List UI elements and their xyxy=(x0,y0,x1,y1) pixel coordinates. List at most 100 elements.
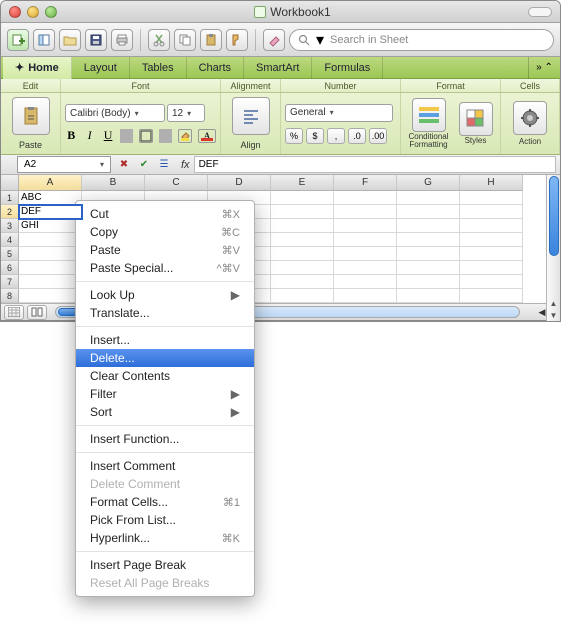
tab-layout[interactable]: Layout xyxy=(72,57,130,79)
cell-G8[interactable] xyxy=(397,289,460,303)
cell-H8[interactable] xyxy=(460,289,523,303)
zoom-window-button[interactable] xyxy=(45,6,57,18)
row-header-7[interactable]: 7 xyxy=(1,275,19,289)
cell-F4[interactable] xyxy=(334,233,397,247)
ctx-item-paste-special[interactable]: Paste Special...^⌘V xyxy=(76,259,254,277)
cell-F7[interactable] xyxy=(334,275,397,289)
paste-button[interactable] xyxy=(200,29,222,51)
open-folder-button[interactable] xyxy=(59,29,81,51)
ctx-item-delete[interactable]: Delete... xyxy=(76,349,254,367)
cell-A2[interactable]: DEF xyxy=(19,205,82,219)
search-field[interactable]: ▾ Search in Sheet xyxy=(289,29,554,51)
cell-F3[interactable] xyxy=(334,219,397,233)
cell-H6[interactable] xyxy=(460,261,523,275)
print-button[interactable] xyxy=(111,29,133,51)
col-header-C[interactable]: C xyxy=(145,175,208,191)
row-header-3[interactable]: 3 xyxy=(1,219,19,233)
close-window-button[interactable] xyxy=(9,6,21,18)
ctx-item-format-cells[interactable]: Format Cells...⌘1 xyxy=(76,493,254,511)
col-header-G[interactable]: G xyxy=(397,175,460,191)
cell-H4[interactable] xyxy=(460,233,523,247)
row-header-5[interactable]: 5 xyxy=(1,247,19,261)
cell-A3[interactable]: GHI xyxy=(19,219,82,233)
cell-E2[interactable] xyxy=(271,205,334,219)
col-header-F[interactable]: F xyxy=(334,175,397,191)
cell-G3[interactable] xyxy=(397,219,460,233)
insert-function-icon[interactable]: ☰ xyxy=(157,158,171,172)
cell-G2[interactable] xyxy=(397,205,460,219)
col-header-A[interactable]: A xyxy=(19,175,82,191)
new-workbook-button[interactable] xyxy=(7,29,29,51)
ctx-item-insert-page-break[interactable]: Insert Page Break xyxy=(76,556,254,574)
ctx-item-translate[interactable]: Translate... xyxy=(76,304,254,322)
ctx-item-paste[interactable]: Paste⌘V xyxy=(76,241,254,259)
format-painter-button[interactable] xyxy=(226,29,248,51)
cell-E4[interactable] xyxy=(271,233,334,247)
cell-F6[interactable] xyxy=(334,261,397,275)
name-box[interactable]: A2▾ xyxy=(17,156,111,173)
ribbon-overflow-button[interactable]: » ⌃ xyxy=(528,57,560,79)
cell-A6[interactable] xyxy=(19,261,82,275)
cell-A7[interactable] xyxy=(19,275,82,289)
comma-button[interactable]: , xyxy=(327,128,345,144)
cell-E8[interactable] xyxy=(271,289,334,303)
open-button[interactable] xyxy=(33,29,55,51)
align-menu-button[interactable] xyxy=(232,97,270,135)
paste-menu-button[interactable] xyxy=(12,97,50,135)
ctx-item-filter[interactable]: Filter▶ xyxy=(76,385,254,403)
action-button[interactable] xyxy=(513,101,547,135)
minimize-window-button[interactable] xyxy=(27,6,39,18)
conditional-formatting-button[interactable] xyxy=(412,98,446,132)
italic-button[interactable]: I xyxy=(83,128,95,143)
number-format-combo[interactable]: General▾ xyxy=(285,104,393,122)
cell-A1[interactable]: ABC xyxy=(19,191,82,205)
cell-H5[interactable] xyxy=(460,247,523,261)
ctx-item-insert-function[interactable]: Insert Function... xyxy=(76,430,254,448)
currency-button[interactable]: $ xyxy=(306,128,324,144)
cell-E1[interactable] xyxy=(271,191,334,205)
row-header-8[interactable]: 8 xyxy=(1,289,19,303)
cell-H1[interactable] xyxy=(460,191,523,205)
cell-F8[interactable] xyxy=(334,289,397,303)
formula-input[interactable]: DEF xyxy=(194,156,556,173)
select-all-corner[interactable] xyxy=(1,175,19,191)
row-header-2[interactable]: 2 xyxy=(1,205,19,219)
copy-button[interactable] xyxy=(174,29,196,51)
ctx-item-look-up[interactable]: Look Up▶ xyxy=(76,286,254,304)
cell-F1[interactable] xyxy=(334,191,397,205)
cell-F2[interactable] xyxy=(334,205,397,219)
cell-H3[interactable] xyxy=(460,219,523,233)
percent-button[interactable]: % xyxy=(285,128,303,144)
cell-A5[interactable] xyxy=(19,247,82,261)
confirm-edit-icon[interactable]: ✔ xyxy=(137,158,151,172)
increase-decimal-button[interactable]: .00 xyxy=(369,128,387,144)
cell-G5[interactable] xyxy=(397,247,460,261)
cell-G4[interactable] xyxy=(397,233,460,247)
font-size-combo[interactable]: 12▾ xyxy=(167,104,205,122)
cell-A4[interactable] xyxy=(19,233,82,247)
cell-H2[interactable] xyxy=(460,205,523,219)
cell-E6[interactable] xyxy=(271,261,334,275)
cell-E5[interactable] xyxy=(271,247,334,261)
col-header-D[interactable]: D xyxy=(208,175,271,191)
styles-button[interactable] xyxy=(459,102,493,136)
page-layout-view-button[interactable] xyxy=(27,305,47,320)
col-header-B[interactable]: B xyxy=(82,175,145,191)
tab-charts[interactable]: Charts xyxy=(187,57,244,79)
ctx-item-hyperlink[interactable]: Hyperlink...⌘K xyxy=(76,529,254,547)
cell-G1[interactable] xyxy=(397,191,460,205)
ctx-item-sort[interactable]: Sort▶ xyxy=(76,403,254,421)
cell-F5[interactable] xyxy=(334,247,397,261)
cell-A8[interactable] xyxy=(19,289,82,303)
cancel-edit-icon[interactable]: ✖ xyxy=(117,158,131,172)
font-color-button[interactable]: A xyxy=(198,129,216,143)
cell-E7[interactable] xyxy=(271,275,334,289)
cell-G7[interactable] xyxy=(397,275,460,289)
toolbar-toggle[interactable] xyxy=(528,7,552,17)
save-button[interactable] xyxy=(85,29,107,51)
ctx-item-clear-contents[interactable]: Clear Contents xyxy=(76,367,254,385)
cell-H7[interactable] xyxy=(460,275,523,289)
ctx-item-cut[interactable]: Cut⌘X xyxy=(76,205,254,223)
cell-G6[interactable] xyxy=(397,261,460,275)
tab-formulas[interactable]: Formulas xyxy=(312,57,383,79)
